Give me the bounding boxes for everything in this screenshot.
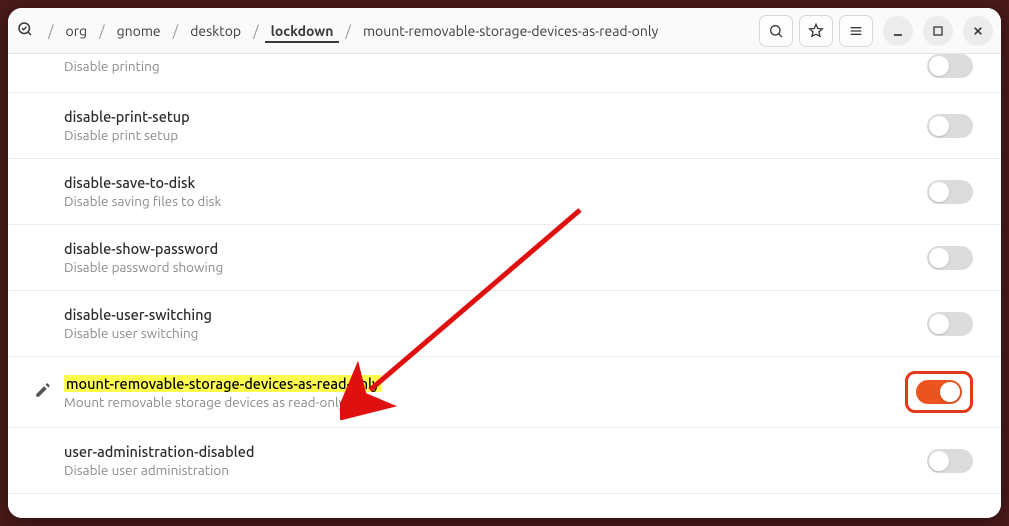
setting-texts: disable-save-to-disk Disable saving files… [64,174,927,209]
toggle-knob [929,116,949,136]
breadcrumb-sep: / [341,22,355,39]
setting-texts: Disable printing [64,58,927,74]
setting-description: Disable password showing [64,259,927,275]
setting-row[interactable]: disable-user-switching Disable user switc… [8,291,1001,357]
toggle-knob [929,182,949,202]
toggle-knob [929,451,949,471]
search-button[interactable] [759,15,793,47]
toggle-switch[interactable] [927,246,973,270]
toggle-switch[interactable] [916,380,962,404]
breadcrumb-segment[interactable]: lockdown [265,19,340,43]
annotation-highlight-box [905,371,973,413]
app-logo-icon [16,20,34,42]
breadcrumb: /org/gnome/desktop/lockdown/mount-remova… [40,19,753,43]
setting-key: disable-save-to-disk [64,174,927,191]
breadcrumb-sep: / [95,22,109,39]
settings-list[interactable]: Disable printing disable-print-setup Disab… [8,54,1001,518]
setting-texts: mount-removable-storage-devices-as-read-… [64,375,905,410]
breadcrumb-segment[interactable]: mount-removable-storage-devices-as-read-… [357,19,664,43]
setting-description: Disable print setup [64,127,927,143]
menu-button[interactable] [839,15,873,47]
setting-description: Disable saving files to disk [64,193,927,209]
toggle-knob [940,382,960,402]
toggle-knob [929,314,949,334]
toggle-switch[interactable] [927,312,973,336]
setting-row[interactable]: disable-save-to-disk Disable saving files… [8,159,1001,225]
maximize-button[interactable] [923,16,953,46]
headerbar: /org/gnome/desktop/lockdown/mount-remova… [8,8,1001,54]
setting-description: Disable printing [64,58,927,74]
breadcrumb-segment[interactable]: desktop [184,19,247,43]
setting-key: mount-removable-storage-devices-as-read-… [64,375,381,392]
setting-key: disable-print-setup [64,108,927,125]
setting-texts: user-administration-disabled Disable user… [64,443,927,478]
setting-row[interactable]: Disable printing [8,54,1001,93]
breadcrumb-sep: / [249,22,263,39]
setting-row[interactable]: disable-show-password Disable password sh… [8,225,1001,291]
breadcrumb-sep: / [44,22,58,39]
toggle-switch[interactable] [927,114,973,138]
close-button[interactable] [963,16,993,46]
setting-key: disable-user-switching [64,306,927,323]
breadcrumb-sep: / [169,22,183,39]
setting-texts: disable-print-setup Disable print setup [64,108,927,143]
breadcrumb-segment[interactable]: gnome [111,19,167,43]
setting-description: Mount removable storage devices as read-… [64,394,905,410]
setting-key: disable-show-password [64,240,927,257]
setting-row[interactable]: user-administration-disabled Disable user… [8,428,1001,494]
pencil-icon [34,381,52,403]
setting-description: Disable user switching [64,325,927,341]
setting-row[interactable]: mount-removable-storage-devices-as-read-… [8,357,1001,428]
dconf-editor-window: /org/gnome/desktop/lockdown/mount-remova… [8,8,1001,518]
toggle-knob [929,248,949,268]
toggle-switch[interactable] [927,54,973,78]
setting-texts: disable-user-switching Disable user switc… [64,306,927,341]
breadcrumb-segment[interactable]: org [60,19,94,43]
setting-row[interactable]: disable-print-setup Disable print setup [8,93,1001,159]
setting-key: user-administration-disabled [64,443,927,460]
favorite-button[interactable] [799,15,833,47]
toggle-switch[interactable] [927,449,973,473]
toggle-switch[interactable] [927,180,973,204]
setting-description: Disable user administration [64,462,927,478]
minimize-button[interactable] [883,16,913,46]
toggle-knob [929,56,949,76]
setting-texts: disable-show-password Disable password sh… [64,240,927,275]
